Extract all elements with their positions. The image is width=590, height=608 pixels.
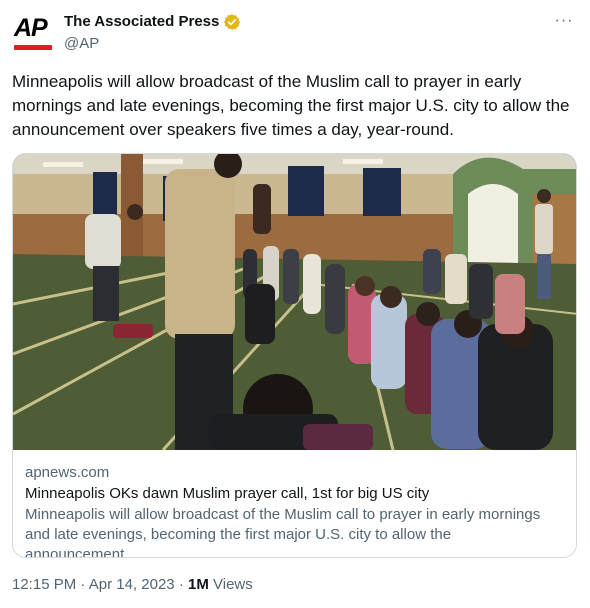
author-display-name[interactable]: The Associated Press [64,12,219,32]
separator: · [178,576,184,593]
tweet-header: AP The Associated Press @AP ··· [12,10,578,58]
author-names: The Associated Press @AP [64,12,241,54]
author-display-name-row[interactable]: The Associated Press [64,12,241,32]
tweet-text: Minneapolis will allow broadcast of the … [12,72,570,139]
ap-logo-bar [14,45,52,50]
tweet-footer: 12:15 PM · Apr 14, 2023 · 1M Views [12,575,253,595]
card-description: Minneapolis will allow broadcast of the … [25,506,541,558]
author-handle[interactable]: @AP [64,34,241,54]
article-photo[interactable] [13,154,576,450]
verified-badge-icon[interactable] [223,13,241,31]
more-options-icon[interactable]: ··· [552,12,576,32]
views-label: Views [213,576,253,593]
mosque-prayer-photo [13,154,576,450]
ap-logo-text: AP [14,14,48,42]
avatar[interactable]: AP [12,12,56,56]
card-meta: apnews.com Minneapolis OKs dawn Muslim p… [25,463,565,558]
views-count[interactable]: 1M [188,576,209,593]
tweet-date[interactable]: Apr 14, 2023 [89,576,175,593]
separator: · [80,576,86,593]
card-title[interactable]: Minneapolis OKs dawn Muslim prayer call,… [25,484,565,504]
link-preview-card[interactable]: apnews.com Minneapolis OKs dawn Muslim p… [12,153,577,558]
card-domain: apnews.com [25,464,110,481]
tweet-time[interactable]: 12:15 PM [12,576,76,593]
